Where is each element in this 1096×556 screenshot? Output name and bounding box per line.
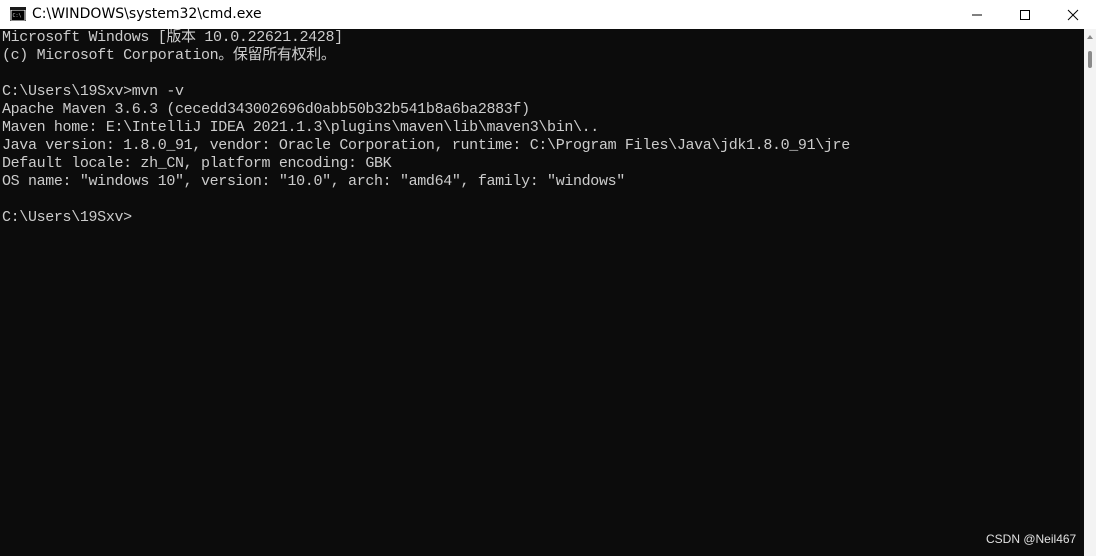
cmd-icon: C:\ [10,7,26,21]
console-prompt: C:\Users\19Sxv> [2,209,132,226]
console-output[interactable]: Microsoft Windows [版本 10.0.22621.2428] (… [0,29,1084,556]
title-bar[interactable]: C:\ C:\WINDOWS\system32\cmd.exe [0,0,1096,29]
maximize-icon [1020,9,1030,20]
minimize-icon [972,14,982,15]
close-icon [1067,9,1079,20]
window-title: C:\WINDOWS\system32\cmd.exe [32,6,262,22]
watermark: CSDN @Neil467 [986,532,1077,546]
console-line: Maven home: E:\IntelliJ IDEA 2021.1.3\pl… [2,119,599,136]
close-button[interactable] [1050,0,1096,29]
console-line: C:\Users\19Sxv>mvn -v [2,83,184,100]
vertical-scrollbar[interactable] [1084,29,1096,556]
scroll-thumb[interactable] [1088,51,1092,68]
console-line: Default locale: zh_CN, platform encoding… [2,155,392,172]
scroll-up-arrow-icon[interactable] [1087,35,1093,39]
console-line: Java version: 1.8.0_91, vendor: Oracle C… [2,137,850,154]
maximize-button[interactable] [1002,0,1048,29]
svg-text:C:\: C:\ [13,13,22,19]
console-line: (c) Microsoft Corporation。保留所有权利。 [2,47,336,64]
console-line: Apache Maven 3.6.3 (cecedd343002696d0abb… [2,101,530,118]
console-line: OS name: "windows 10", version: "10.0", … [2,173,625,190]
minimize-button[interactable] [954,0,1000,29]
cmd-window: C:\ C:\WINDOWS\system32\cmd.exe Microsof… [0,0,1096,556]
console-line: Microsoft Windows [版本 10.0.22621.2428] [2,29,343,46]
